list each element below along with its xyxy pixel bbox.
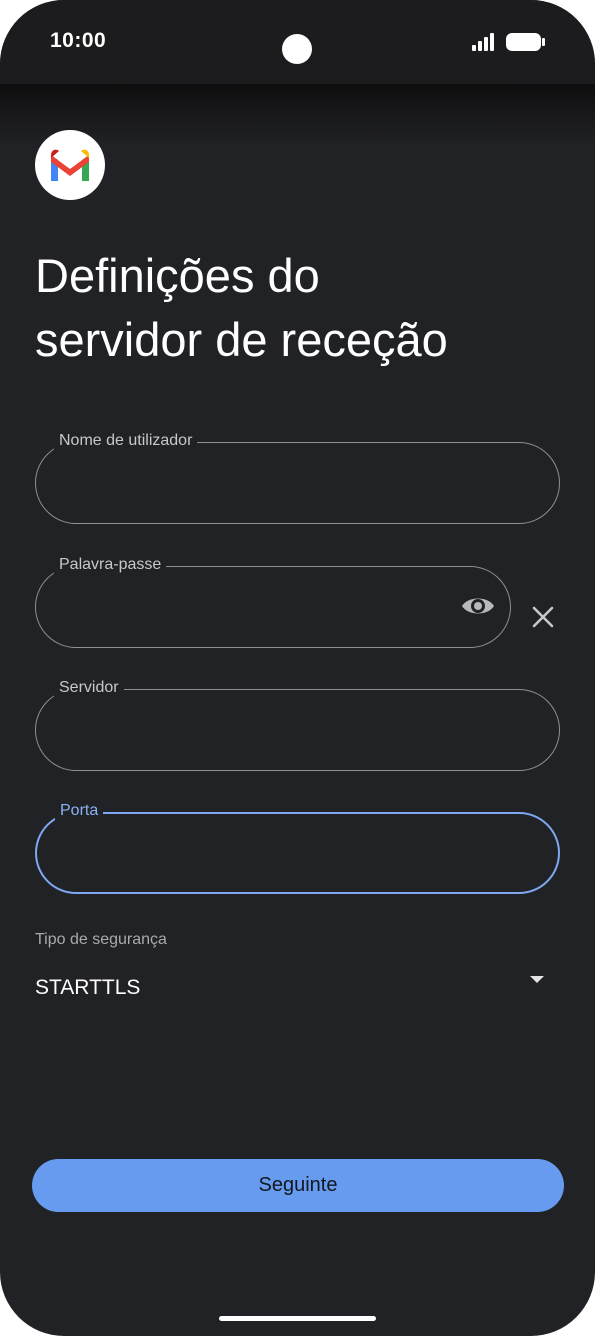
close-icon[interactable]	[528, 602, 558, 632]
security-type-dropdown[interactable]: STARTTLS	[35, 966, 560, 1010]
home-indicator[interactable]	[219, 1316, 376, 1321]
next-button[interactable]: Seguinte	[32, 1159, 564, 1212]
status-time: 10:00	[50, 29, 107, 52]
password-label: Palavra-passe	[54, 555, 167, 575]
status-bar: 10:00	[0, 0, 595, 84]
page-title: Definições do servidor de receção	[35, 249, 448, 366]
username-label: Nome de utilizador	[54, 431, 198, 451]
server-field[interactable]: Servidor	[35, 678, 560, 771]
arrow-drop-down-icon	[530, 976, 544, 983]
status-icons	[472, 33, 545, 51]
server-label: Servidor	[54, 678, 124, 698]
port-field[interactable]: Porta	[35, 801, 560, 894]
port-label: Porta	[55, 801, 104, 821]
phone-screen: 10:00 Definições do servidor de receção …	[0, 0, 595, 1336]
security-type-label: Tipo de segurança	[35, 931, 167, 948]
eye-icon[interactable]	[460, 591, 496, 621]
password-field[interactable]: Palavra-passe	[35, 555, 511, 648]
signal-icon	[472, 33, 494, 51]
battery-icon	[506, 33, 545, 51]
gmail-logo-icon	[35, 130, 105, 200]
username-field[interactable]: Nome de utilizador	[35, 431, 560, 524]
front-camera	[282, 34, 312, 64]
security-type-value: STARTTLS	[35, 976, 141, 999]
